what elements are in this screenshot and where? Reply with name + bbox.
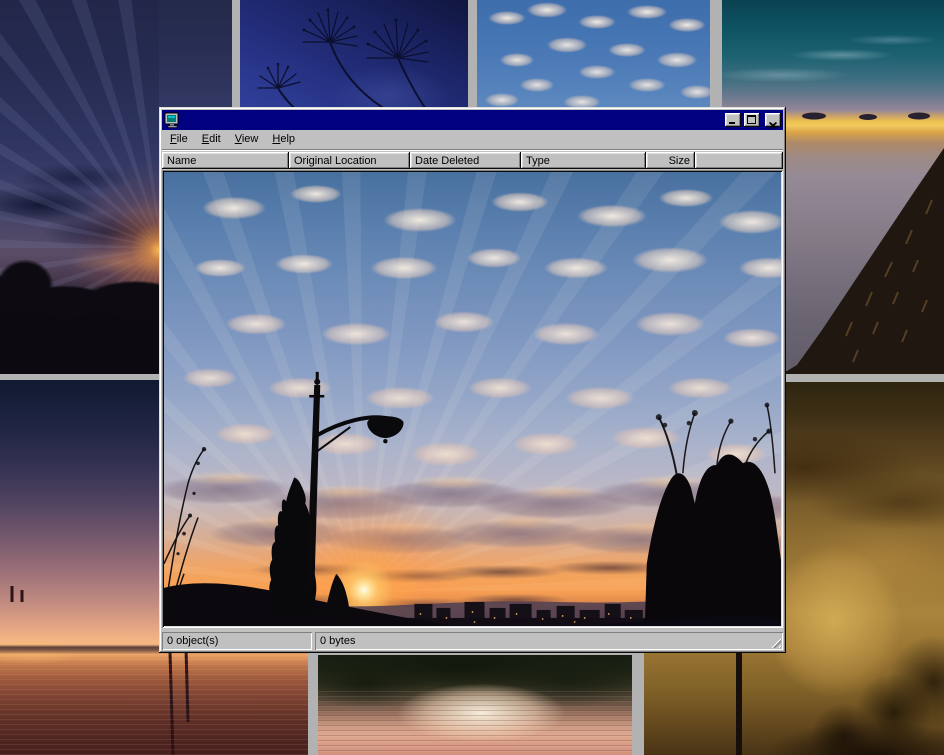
title-bar[interactable] — [162, 110, 783, 130]
status-bytes-text: 0 bytes — [320, 635, 355, 647]
lamp-post-silhouette — [736, 650, 742, 755]
status-object-count: 0 object(s) — [162, 632, 312, 650]
wallpaper-photo-dried-flowers — [240, 0, 468, 112]
maximize-button[interactable] — [744, 113, 760, 127]
wallpaper-photo-sunset-rays — [0, 0, 159, 374]
photo-silhouettes — [164, 172, 781, 626]
minimize-button[interactable] — [725, 113, 741, 127]
maximize-icon — [747, 115, 756, 124]
column-header-size[interactable]: Size — [646, 152, 695, 169]
resize-grip[interactable] — [769, 636, 781, 648]
wallpaper-photo-water-reflection — [318, 655, 632, 755]
dried-flower-silhouettes — [240, 0, 468, 112]
street-lamp-silhouette — [306, 372, 403, 592]
menu-help[interactable]: Help — [265, 131, 302, 148]
menu-bar: File Edit View Help — [162, 130, 783, 150]
menu-file[interactable]: File — [163, 131, 195, 148]
menu-view[interactable]: View — [228, 131, 266, 148]
menu-edit[interactable]: Edit — [195, 131, 228, 148]
computer-icon — [164, 112, 180, 128]
recycle-bin-window: File Edit View Help Name Original Locati… — [159, 107, 786, 653]
wallpaper-photo-cloud-flecks — [477, 0, 710, 112]
close-icon — [769, 116, 777, 134]
column-header-date-deleted[interactable]: Date Deleted — [410, 152, 521, 169]
file-list-area[interactable] — [162, 170, 783, 628]
column-header-blank[interactable] — [695, 152, 783, 169]
column-header-name[interactable]: Name — [162, 152, 289, 169]
column-headers: Name Original Location Date Deleted Type… — [162, 152, 783, 169]
close-button[interactable] — [765, 113, 781, 127]
status-bar: 0 object(s) 0 bytes — [162, 630, 783, 650]
client-photo-sunset-lamp — [164, 172, 781, 626]
wallpaper-photo-navy-sky — [159, 0, 232, 110]
status-size: 0 bytes — [315, 632, 783, 650]
status-objects-text: 0 object(s) — [167, 635, 218, 647]
column-header-type[interactable]: Type — [521, 152, 646, 169]
column-header-original-location[interactable]: Original Location — [289, 152, 410, 169]
minimize-icon — [729, 122, 735, 124]
desktop: { "desktop": { "gap_color": "#b2b2b2" },… — [0, 0, 944, 755]
